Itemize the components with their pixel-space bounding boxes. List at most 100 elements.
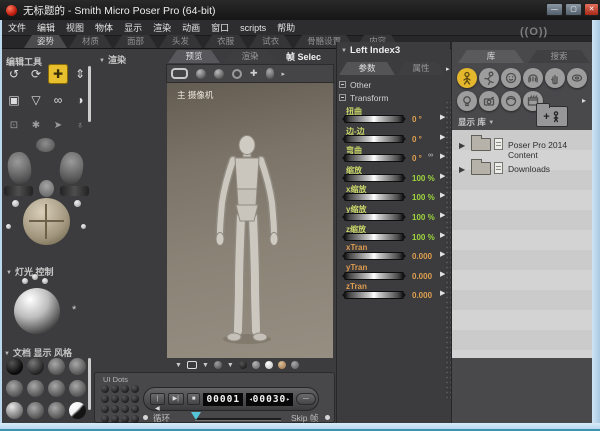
param-bend-dial[interactable] [344, 154, 404, 162]
params-tab-more-icon[interactable]: ▸ [446, 65, 450, 73]
render-panel-header[interactable]: ▼渲染 [99, 50, 126, 68]
camera-dot-left[interactable] [12, 200, 19, 207]
taper-tool-icon[interactable]: ▽ [26, 90, 46, 110]
tab-preview[interactable]: 预览 [168, 50, 220, 63]
face-camera-control[interactable] [39, 180, 54, 197]
tab-properties[interactable]: 属性 [397, 62, 445, 75]
expand-icon[interactable]: ▶ [459, 141, 465, 150]
orbit-camera-icon[interactable] [232, 69, 242, 79]
scale-tool-icon[interactable]: ▣ [4, 90, 24, 110]
viewport-canvas[interactable]: 主 摄像机 [167, 83, 333, 358]
translate-tool-icon[interactable]: ✚ [48, 64, 68, 84]
group-collapse-icon[interactable] [339, 94, 346, 101]
poses-category-icon[interactable] [479, 68, 499, 88]
tab-render[interactable]: 渲染 [224, 50, 276, 63]
param-sideside-dial[interactable] [344, 135, 404, 143]
param-sideside-value[interactable]: 0 ° [412, 135, 422, 144]
tab-pose[interactable]: 姿势 [24, 35, 67, 48]
menu-animation[interactable]: 动画 [182, 21, 200, 34]
light-dot-3[interactable] [42, 278, 48, 284]
end-frame-counter[interactable]: ◂ 00030 ▸ [246, 393, 293, 406]
close-button[interactable]: ✕ [584, 3, 599, 16]
menu-scripts[interactable]: scripts [240, 23, 266, 33]
collapse-icon[interactable]: ▼ [6, 270, 12, 276]
param-zscale-value[interactable]: 100 % [412, 233, 435, 242]
expand-icon[interactable]: ▶ [459, 165, 465, 174]
select-figure-dropdown[interactable]: 帧 Selec [286, 50, 321, 63]
style-flat-lined[interactable] [48, 380, 65, 397]
styles-scrollbar[interactable] [88, 358, 91, 410]
dolly-camera-icon[interactable] [214, 69, 224, 79]
figure-style-sphere-2[interactable] [252, 361, 260, 369]
group-other-label[interactable]: Other [350, 80, 371, 90]
camera-dot-right[interactable] [74, 200, 81, 207]
expressions-category-icon[interactable] [501, 68, 521, 88]
hands-category-icon[interactable] [545, 68, 565, 88]
first-frame-button[interactable]: |◀ [150, 393, 165, 405]
tab-search[interactable]: 搜索 [528, 50, 590, 63]
head-top-camera-control[interactable] [36, 138, 55, 152]
last-frame-button[interactable]: ▶| [168, 393, 184, 405]
menu-file[interactable]: 文件 [8, 21, 26, 34]
param-zscale-dial[interactable] [344, 233, 404, 241]
head-camera-icon[interactable] [266, 68, 274, 79]
param-ztran-value[interactable]: 0.000 [412, 291, 432, 300]
tab-library[interactable]: 库 [458, 50, 524, 63]
right-hand-camera-control[interactable] [58, 151, 85, 186]
tab-face[interactable]: 面部 [114, 35, 157, 48]
ui-dots-grid[interactable] [101, 385, 141, 423]
collapse-icon[interactable]: ▼ [4, 351, 10, 357]
timeline-track[interactable] [195, 418, 281, 420]
chain-break-tool-icon[interactable]: ∞ [48, 90, 68, 110]
param-yscale-value[interactable]: 100 % [412, 213, 435, 222]
figure-style-sphere-4[interactable] [278, 361, 286, 369]
tab-parameters[interactable]: 参数 [339, 62, 395, 75]
param-xscale-dial[interactable] [344, 193, 404, 201]
style-smooth-lined[interactable] [27, 402, 44, 419]
param-xtran-dial[interactable] [344, 252, 404, 260]
param-ytran-dial[interactable] [344, 272, 404, 280]
tab-cloth[interactable]: 衣服 [204, 35, 247, 48]
tab-hair[interactable]: 头发 [159, 35, 202, 48]
light-dot-2[interactable] [32, 274, 38, 280]
translate-inout-tool-icon[interactable]: ⇕ [70, 64, 90, 84]
style-flat-shaded[interactable] [27, 380, 44, 397]
group-collapse-icon[interactable] [339, 81, 346, 88]
direct-manipulation-tool-icon[interactable]: ➤ [48, 116, 68, 136]
chevron-down-icon[interactable]: ▼ [202, 362, 209, 369]
library-folder-label[interactable]: Poser Pro 2014 Content [508, 140, 593, 160]
chevron-down-icon[interactable]: ▼ [175, 362, 182, 369]
light-control-ball[interactable] [14, 288, 60, 334]
light-dot-1[interactable] [22, 278, 28, 284]
library-folder-row[interactable]: ▶ Poser Pro 2014 Content [452, 134, 593, 156]
rotate-tool-icon[interactable]: ↺ [4, 64, 24, 84]
param-bend-value[interactable]: 0 ° [412, 154, 422, 163]
menu-window[interactable]: 窗口 [211, 21, 229, 34]
chevron-down-icon[interactable]: ▼ [488, 120, 494, 126]
library-more-icon[interactable]: ▸ [582, 96, 586, 105]
toolbar-more-icon[interactable]: ▸ [282, 70, 286, 78]
minimize-button[interactable]: — [546, 3, 563, 16]
param-xscale-value[interactable]: 100 % [412, 193, 435, 202]
maximize-button[interactable]: ▢ [565, 3, 582, 16]
param-twist-dial[interactable] [344, 115, 404, 123]
face-camera-icon[interactable] [171, 68, 188, 79]
actor-header[interactable]: ▼Left Index3 [341, 45, 400, 56]
param-scale-value[interactable]: 100 % [412, 174, 435, 183]
link-icon[interactable]: ∞ [428, 152, 433, 159]
morphing-tool-icon[interactable]: ✱ [26, 116, 46, 136]
cameras-category-icon[interactable] [479, 91, 499, 111]
twist-tool-icon[interactable]: ⟳ [26, 64, 46, 84]
trackball-camera-icon[interactable] [196, 69, 206, 79]
camera-move-left-control[interactable] [4, 186, 33, 196]
chevron-down-icon[interactable]: ▼ [227, 362, 234, 369]
figure-mannequin[interactable] [189, 135, 305, 347]
color-tool-icon[interactable]: ◑ [70, 90, 90, 110]
grouping-tool-icon[interactable]: ♁ [70, 116, 90, 136]
style-outline[interactable] [27, 358, 44, 375]
show-library-label[interactable]: 显示 库 ▼ [458, 116, 497, 128]
menu-object[interactable]: 物体 [95, 21, 113, 34]
materials-category-icon[interactable] [501, 91, 521, 111]
camera-trackball[interactable] [23, 198, 70, 245]
hair-category-icon[interactable] [523, 68, 543, 88]
